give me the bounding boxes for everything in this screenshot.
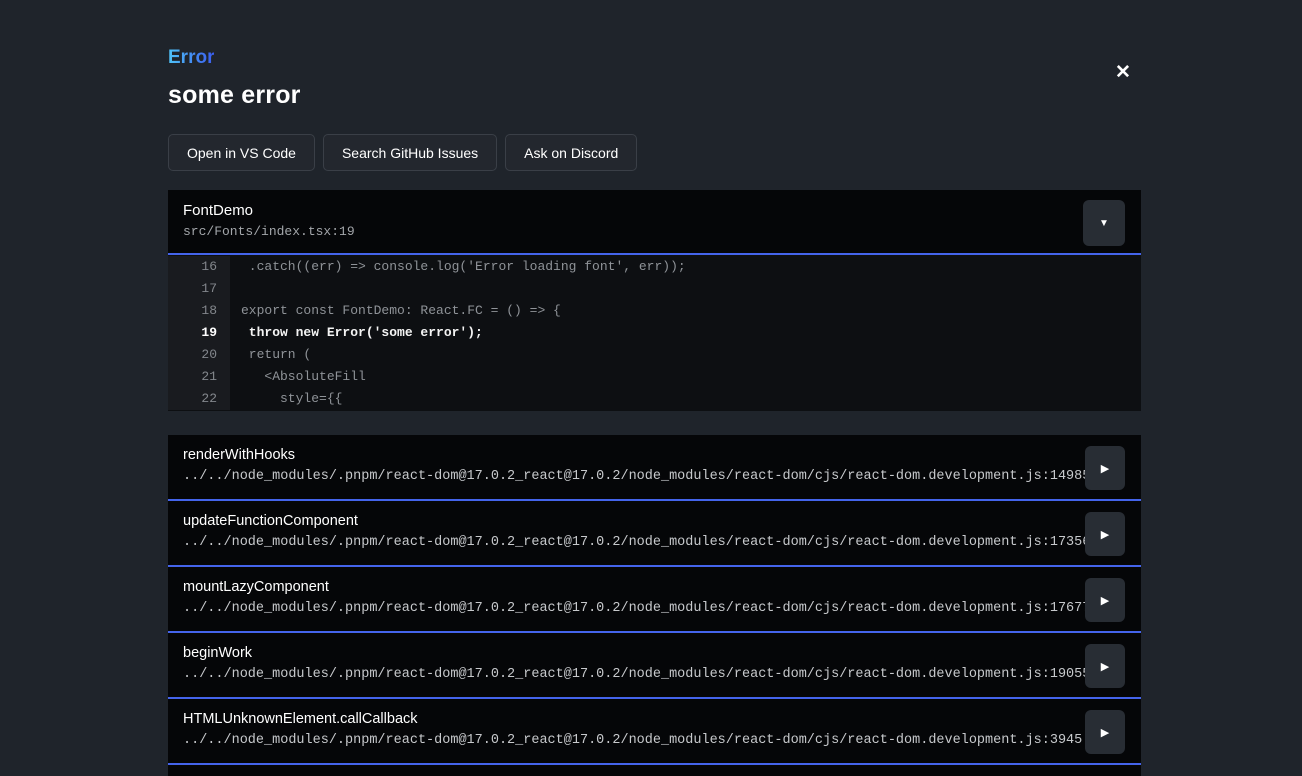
code-line: 17 bbox=[168, 278, 1141, 300]
stack-source-path: ../../node_modules/.pnpm/react-dom@17.0.… bbox=[183, 600, 1071, 618]
line-code bbox=[230, 278, 241, 300]
collapse-frame-button[interactable]: ▼ bbox=[1083, 200, 1125, 246]
stack-frame-row[interactable]: renderWithHooks ../../node_modules/.pnpm… bbox=[168, 435, 1141, 501]
stack-frame-row[interactable]: beginWork ../../node_modules/.pnpm/react… bbox=[168, 633, 1141, 699]
stack-frame-row[interactable]: HTMLUnknownElement.callCallback ../../no… bbox=[168, 699, 1141, 765]
stack-frame-row-partial[interactable]: ▶ bbox=[168, 765, 1141, 776]
ask-on-discord-button[interactable]: Ask on Discord bbox=[505, 134, 637, 171]
expand-frame-button[interactable]: ▶ bbox=[1085, 710, 1125, 754]
stack-function-name: HTMLUnknownElement.callCallback bbox=[183, 710, 1071, 729]
stack-function-name: updateFunctionComponent bbox=[183, 512, 1071, 531]
open-in-vscode-button[interactable]: Open in VS Code bbox=[168, 134, 315, 171]
line-code: export const FontDemo: React.FC = () => … bbox=[230, 300, 561, 322]
line-code: <AbsoluteFill bbox=[230, 366, 366, 388]
stack-source-path: ../../node_modules/.pnpm/react-dom@17.0.… bbox=[183, 468, 1071, 486]
line-code: return ( bbox=[230, 344, 311, 366]
line-code: throw new Error('some error'); bbox=[230, 322, 483, 344]
code-frame-panel: FontDemo src/Fonts/index.tsx:19 ▼ 16 .ca… bbox=[168, 190, 1141, 411]
search-github-issues-button[interactable]: Search GitHub Issues bbox=[323, 134, 497, 171]
stack-source-path: ../../node_modules/.pnpm/react-dom@17.0.… bbox=[183, 732, 1071, 750]
stack-frame-row[interactable]: updateFunctionComponent ../../node_modul… bbox=[168, 501, 1141, 567]
play-icon: ▶ bbox=[1101, 595, 1109, 607]
code-line: 20 return ( bbox=[168, 344, 1141, 366]
stack-source-path: ../../node_modules/.pnpm/react-dom@17.0.… bbox=[183, 666, 1071, 684]
play-icon: ▶ bbox=[1101, 529, 1109, 541]
chevron-down-icon: ▼ bbox=[1099, 218, 1109, 229]
line-number: 18 bbox=[168, 300, 230, 322]
line-number: 21 bbox=[168, 366, 230, 388]
code-snippet: 16 .catch((err) => console.log('Error lo… bbox=[168, 255, 1141, 411]
stack-frame-list: renderWithHooks ../../node_modules/.pnpm… bbox=[168, 435, 1141, 776]
play-icon: ▶ bbox=[1101, 661, 1109, 673]
stack-source-path: ../../node_modules/.pnpm/react-dom@17.0.… bbox=[183, 534, 1071, 552]
action-button-row: Open in VS Code Search GitHub Issues Ask… bbox=[168, 134, 1141, 171]
stack-function-name: mountLazyComponent bbox=[183, 578, 1071, 597]
stack-frame-row[interactable]: mountLazyComponent ../../node_modules/.p… bbox=[168, 567, 1141, 633]
error-message: some error bbox=[168, 81, 1141, 110]
expand-frame-button[interactable]: ▶ bbox=[1085, 644, 1125, 688]
error-overlay: Error some error Open in VS Code Search … bbox=[168, 0, 1141, 776]
expand-frame-button[interactable]: ▶ bbox=[1085, 446, 1125, 490]
line-code: style={{ bbox=[230, 388, 342, 410]
line-code: .catch((err) => console.log('Error loadi… bbox=[230, 256, 686, 278]
code-line: 16 .catch((err) => console.log('Error lo… bbox=[168, 256, 1141, 278]
line-number: 20 bbox=[168, 344, 230, 366]
code-frame-title: FontDemo bbox=[183, 201, 1125, 221]
line-number: 16 bbox=[168, 256, 230, 278]
play-icon: ▶ bbox=[1101, 463, 1109, 475]
code-line: 18 export const FontDemo: React.FC = () … bbox=[168, 300, 1141, 322]
error-type-label: Error bbox=[168, 47, 214, 69]
line-number: 17 bbox=[168, 278, 230, 300]
expand-frame-button[interactable]: ▶ bbox=[1085, 512, 1125, 556]
play-icon: ▶ bbox=[1101, 727, 1109, 739]
stack-function-name: renderWithHooks bbox=[183, 446, 1071, 465]
stack-function-name: beginWork bbox=[183, 644, 1071, 663]
code-frame-location: src/Fonts/index.tsx:19 bbox=[183, 223, 1125, 241]
code-line-highlighted: 19 throw new Error('some error'); bbox=[168, 322, 1141, 344]
expand-frame-button[interactable]: ▶ bbox=[1085, 578, 1125, 622]
line-number: 19 bbox=[168, 322, 230, 344]
line-number: 22 bbox=[168, 388, 230, 410]
code-line: 21 <AbsoluteFill bbox=[168, 366, 1141, 388]
code-line: 22 style={{ bbox=[168, 388, 1141, 410]
code-frame-header[interactable]: FontDemo src/Fonts/index.tsx:19 ▼ bbox=[168, 190, 1141, 255]
